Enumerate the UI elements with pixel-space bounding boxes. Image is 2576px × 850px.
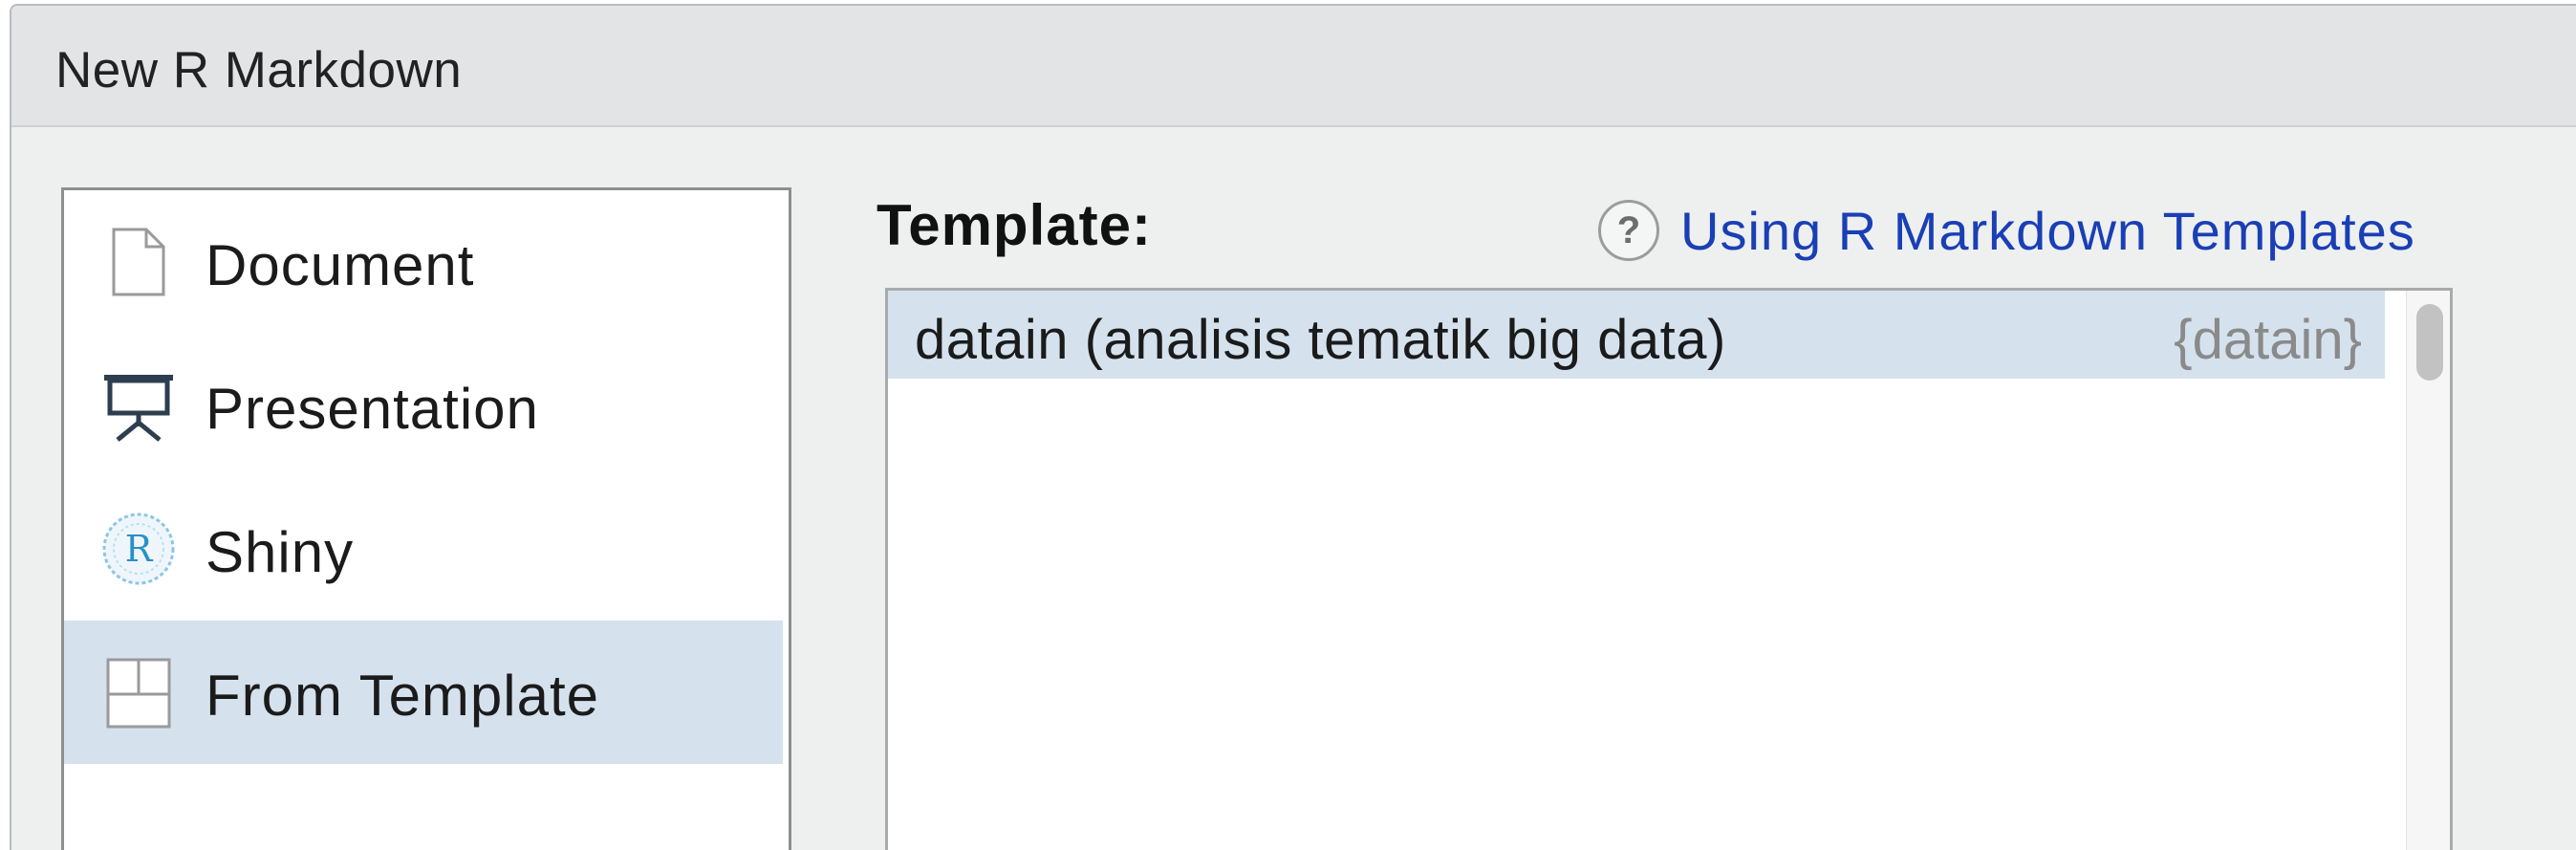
templates-help-link[interactable]: ? Using R Markdown Templates: [1598, 197, 2415, 264]
document-type-list: Document Presentation R Shiny From Templ…: [61, 187, 791, 850]
template-package: {datain}: [2174, 309, 2362, 371]
svg-text:R: R: [125, 528, 154, 570]
sidebar-item-label: From Template: [206, 664, 600, 728]
dialog-title: New R Markdown: [55, 42, 463, 98]
sidebar-item-label: Document: [206, 233, 475, 297]
shiny-r-icon: R: [100, 511, 177, 587]
sidebar-item-label: Shiny: [206, 520, 355, 584]
template-heading: Template:: [877, 193, 1152, 257]
template-list[interactable]: datain (analisis tematik big data) {data…: [885, 288, 2453, 850]
sidebar-item-shiny[interactable]: R Shiny: [64, 477, 783, 621]
sidebar-item-label: Presentation: [206, 377, 539, 441]
template-list-scrollbar[interactable]: [2406, 291, 2450, 850]
template-row[interactable]: datain (analisis tematik big data) {data…: [888, 291, 2385, 379]
sidebar-item-from-template[interactable]: From Template: [64, 621, 783, 764]
document-icon: [100, 224, 177, 300]
sidebar-item-document[interactable]: Document: [64, 190, 783, 334]
help-link-text[interactable]: Using R Markdown Templates: [1680, 200, 2415, 262]
template-icon: [100, 654, 177, 730]
question-mark-icon[interactable]: ?: [1598, 200, 1659, 261]
sidebar-item-presentation[interactable]: Presentation: [64, 334, 783, 477]
template-name: datain (analisis tematik big data): [915, 309, 1726, 371]
scrollbar-thumb[interactable]: [2416, 304, 2443, 381]
presentation-icon: [100, 367, 177, 444]
new-r-markdown-dialog: New R Markdown Document Presentation R S…: [10, 4, 2576, 850]
dialog-titlebar[interactable]: New R Markdown: [11, 6, 2576, 127]
